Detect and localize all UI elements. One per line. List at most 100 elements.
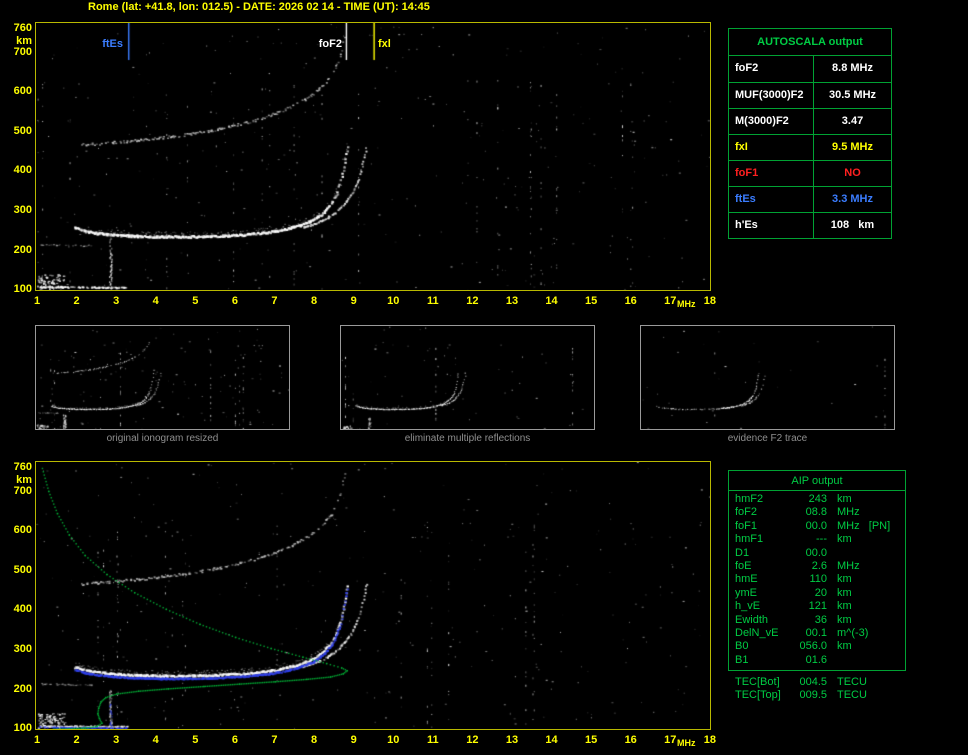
- x-axis-tick: 13: [505, 734, 519, 746]
- x-axis-tick: 14: [545, 734, 558, 746]
- autoscala-output-rows: foF2 8.8 MHz MUF(3000)F2 30.5 MHz M(3000)F2 3…: [729, 56, 891, 238]
- x-axis-tick: 8: [310, 295, 318, 307]
- y-axis-tick: 700: [13, 484, 32, 497]
- aip-row: hmF2 243 km: [735, 493, 899, 506]
- aip-param-value: 110: [809, 573, 827, 586]
- aip-row: ymE 20 km: [735, 587, 899, 600]
- x-axis-tick: 5: [192, 734, 199, 746]
- autoscala-param-label: foF1: [735, 167, 759, 179]
- aip-param-label: foE: [735, 560, 752, 573]
- y-axis-tick: 760: [13, 461, 32, 473]
- station-title: Rome (lat: +41.8, lon: 012.5) - DATE: 20…: [88, 1, 430, 13]
- aip-param-label: foF1: [735, 519, 758, 532]
- autoscala-param-value: 9.5 MHz: [813, 135, 891, 160]
- y-axis-unit: km: [16, 35, 32, 47]
- x-axis-tick: 6: [231, 734, 238, 746]
- autoscala-param-value: 108 km: [813, 213, 891, 238]
- x-axis-tick: 3: [113, 734, 120, 746]
- x-axis-tick: 11: [426, 295, 439, 307]
- aip-param-label: ymE: [735, 586, 757, 599]
- aip-tec-rows: TEC[Bot] 004.5 TECU TEC[Top] 009.5 TECU: [728, 676, 906, 702]
- aip-row: TEC[Top] 009.5 TECU: [735, 689, 899, 702]
- aip-param-value: 00.0: [805, 519, 827, 532]
- x-axis-tick: 15: [584, 734, 598, 746]
- aip-row: B1 01.6: [735, 654, 899, 667]
- autoscala-row: foF1 NO: [729, 160, 891, 186]
- aip-param-unit: m^(-3): [837, 627, 869, 640]
- x-axis-unit: MHz: [677, 299, 696, 309]
- x-axis-tick: 6: [231, 295, 238, 307]
- autoscala-app: Rome (lat: +41.8, lon: 012.5) - DATE: 20…: [0, 0, 968, 755]
- y-axis-tick: 400: [13, 603, 32, 616]
- x-axis-tick: 9: [350, 734, 357, 746]
- aip-param-value: 01.6: [805, 653, 827, 666]
- aip-param-unit: km: [837, 573, 852, 586]
- x-axis-tick: 18: [703, 734, 716, 746]
- aip-row: Ewidth 36 km: [735, 614, 899, 627]
- fxl-marker-label: fxl: [378, 38, 391, 50]
- aip-param-label: hmF1: [735, 533, 764, 546]
- autoscala-param-label: M(3000)F2: [735, 115, 789, 127]
- y-axis-unit: km: [16, 474, 32, 486]
- aip-param-value: 243: [808, 493, 827, 505]
- aip-param-value: 2.6: [811, 560, 827, 573]
- x-axis-tick: 12: [466, 295, 479, 307]
- x-axis-tick: 14: [545, 295, 558, 307]
- thumbnail-original-ionogram: [35, 325, 290, 430]
- x-axis-tick: 16: [624, 295, 637, 307]
- aip-param-unit: MHz: [837, 506, 860, 519]
- y-axis-tick: 600: [13, 85, 32, 98]
- thumbnail-original-canvas: [36, 326, 289, 429]
- aip-param-value: ---: [816, 533, 827, 546]
- x-axis-tick: 16: [624, 734, 637, 746]
- thumbnail-eliminate-reflections: [340, 325, 595, 430]
- aip-param-unit: [837, 547, 899, 560]
- x-axis-tick: 8: [310, 734, 318, 746]
- aip-row: foF2 08.8 MHz: [735, 506, 899, 519]
- aip-row: hmF1 --- km: [735, 533, 899, 546]
- aip-param-unit: TECU: [837, 689, 867, 701]
- x-axis-tick: 5: [192, 295, 199, 307]
- caption-original-ionogram: original ionogram resized: [106, 433, 219, 444]
- autoscala-param-value: 8.8 MHz: [813, 56, 891, 82]
- autoscala-row: M(3000)F2 3.47: [729, 108, 891, 134]
- aip-param-value: 121: [808, 600, 827, 613]
- aip-output-table: AIP output hmF2 243 km foF2 08.8 MHz foF1 00.0 M…: [728, 470, 906, 672]
- caption-f2-evidence: evidence F2 trace: [727, 433, 808, 444]
- caption-eliminate-reflections: eliminate multiple reflections: [404, 433, 531, 444]
- x-axis-tick: 7: [271, 295, 278, 307]
- ionogram-main-canvas: [36, 23, 710, 290]
- aip-param-label: TEC[Top]: [735, 689, 781, 701]
- x-axis-tick: 9: [350, 295, 357, 307]
- x-axis-tick: 12: [466, 734, 479, 746]
- autoscala-param-label: foF2: [735, 62, 759, 74]
- ionogram-main-plot: ftEs foF2 fxl: [35, 22, 711, 291]
- fof2-marker-label: foF2: [318, 38, 342, 50]
- autoscala-param-label: MUF(3000)F2: [735, 89, 804, 101]
- autoscala-param-value: 3.47: [813, 109, 891, 134]
- x-axis-tick: 1: [33, 295, 41, 307]
- autoscala-row: ftEs 3.3 MHz: [729, 186, 891, 212]
- autoscala-param-label: h'Es: [735, 219, 758, 231]
- autoscala-param-value: 30.5 MHz: [813, 83, 891, 108]
- x-axis-tick: 3: [113, 295, 120, 307]
- autoscala-param-label: ftEs: [735, 193, 756, 205]
- aip-output-rows: hmF2 243 km foF2 08.8 MHz foF1 00.0 MHz [PN] hmF1…: [729, 491, 905, 670]
- x-axis-tick: 2: [73, 295, 80, 307]
- aip-row: foE 2.6 MHz: [735, 560, 899, 573]
- aip-param-unit: km: [837, 493, 852, 505]
- autoscala-param-value: 3.3 MHz: [813, 187, 891, 212]
- ionogram-profile-plot: [35, 461, 711, 730]
- aip-param-unit: TECU: [837, 676, 867, 688]
- y-axis-tick: 700: [13, 45, 32, 58]
- autoscala-param-value: NO: [813, 161, 891, 186]
- aip-param-label: foF2: [735, 506, 758, 519]
- x-axis-tick: 4: [152, 734, 159, 746]
- autoscala-output-table: AUTOSCALA output foF2 8.8 MHz MUF(3000)F2 3…: [728, 28, 892, 239]
- y-axis-tick: 760: [13, 22, 32, 34]
- aip-row: DelN_vE 00.1 m^(-3): [735, 627, 899, 640]
- y-axis-tick: 300: [13, 643, 32, 656]
- aip-param-label: hmF2: [735, 493, 764, 505]
- aip-param-unit: km: [837, 533, 852, 546]
- y-axis-tick: 200: [13, 682, 32, 695]
